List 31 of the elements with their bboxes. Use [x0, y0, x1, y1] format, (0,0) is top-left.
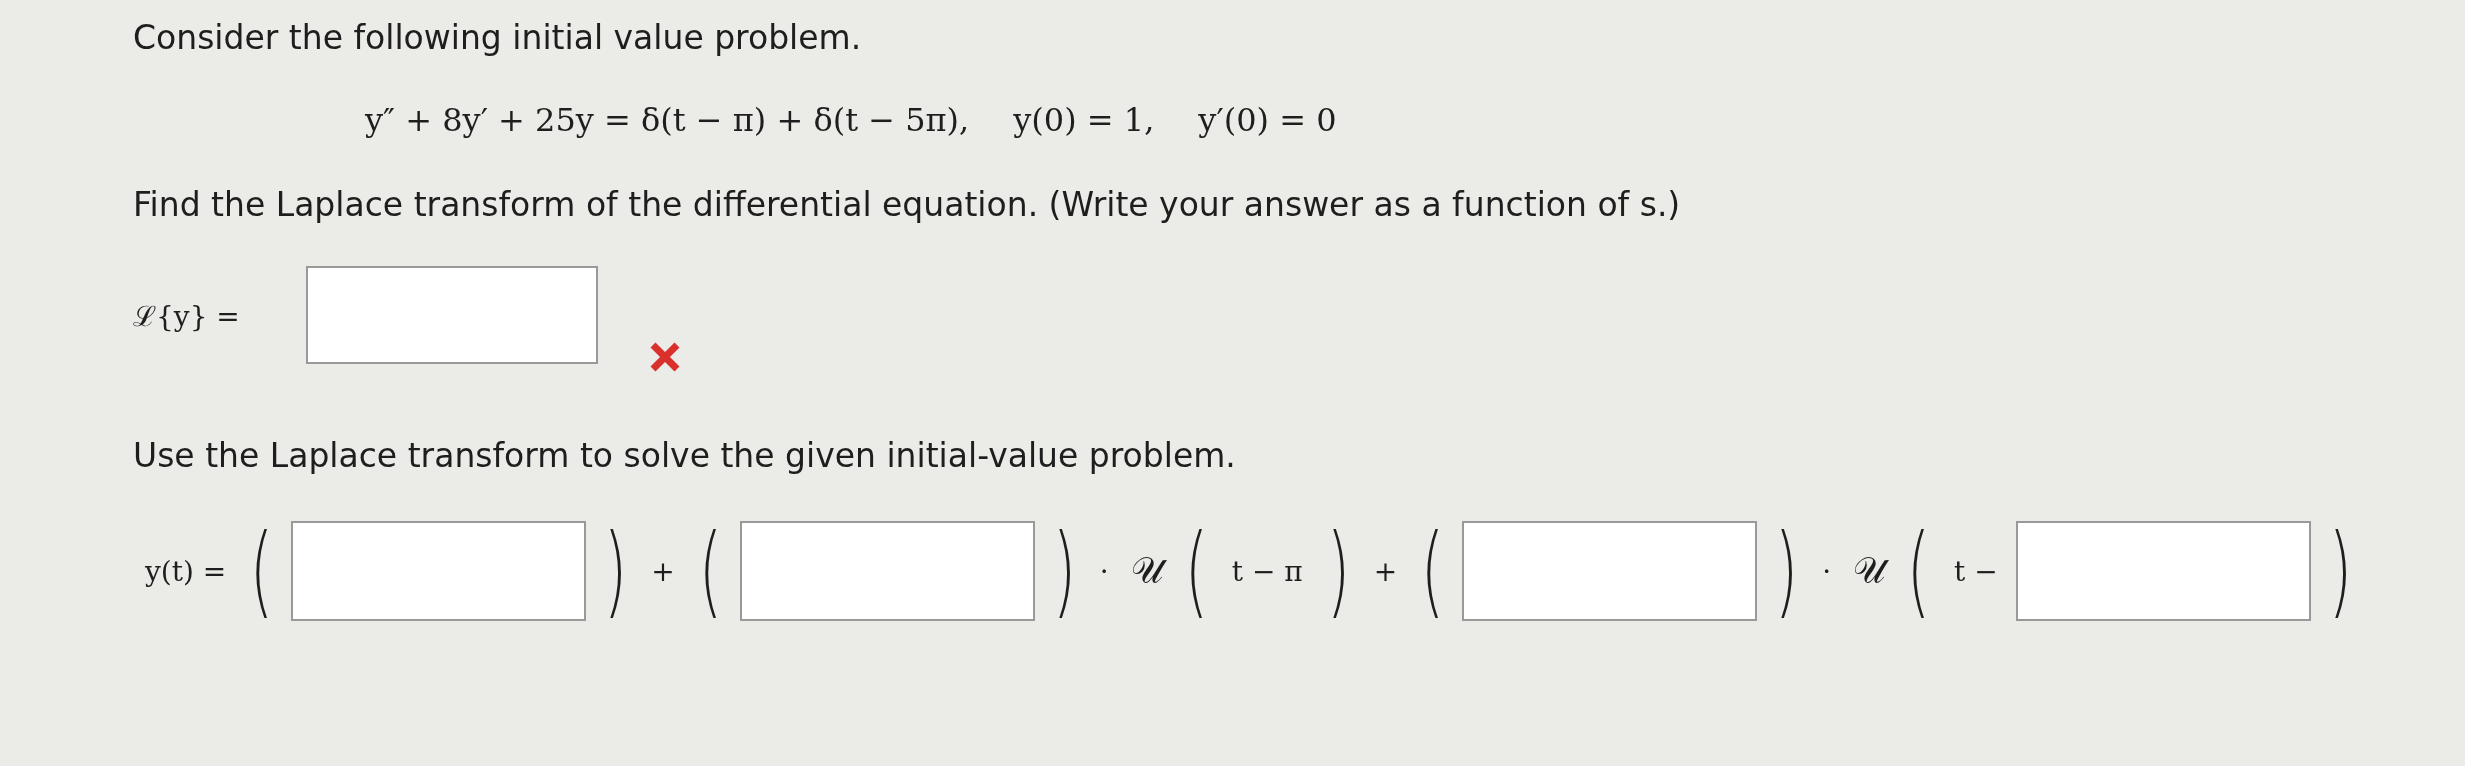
answer-box[interactable]: [306, 266, 598, 364]
parenthesis: ): [1774, 521, 1799, 621]
transform-label: ℒ{y} =: [133, 299, 241, 334]
equation-text: y(0) = 1,: [1013, 101, 1155, 139]
parenthesis: (: [1420, 521, 1445, 621]
math-text: ·: [1822, 554, 1832, 588]
math-text: +: [651, 554, 675, 588]
answer-box[interactable]: [739, 521, 1035, 621]
answer-box[interactable]: [2015, 521, 2311, 621]
step-function-symbol: 𝒰: [1120, 542, 1173, 600]
parenthesis: (: [1906, 521, 1931, 621]
math-text: ·: [1099, 554, 1109, 588]
question-text: Use the Laplace transform to solve the given initial-value problem.: [133, 436, 1237, 475]
step-function-symbol: 𝒰: [1843, 542, 1896, 600]
equation-text: y′(0) = 0: [1198, 101, 1337, 139]
parenthesis: (: [250, 521, 274, 621]
parenthesis: ): [1052, 521, 1076, 621]
question-text: Find the Laplace transform of the differential equation. (Write your answer as a function of s.): [133, 185, 1682, 224]
math-text: +: [1373, 554, 1398, 588]
intro-text: Consider the following initial value problem.: [133, 18, 863, 57]
parenthesis: ): [2328, 521, 2352, 621]
parenthesis: ): [1326, 521, 1350, 621]
parenthesis: (: [1184, 521, 1208, 621]
parenthesis: ): [604, 521, 628, 621]
equation-text: y″ + 8y′ + 25y = δ(t − π) + δ(t − 5π),: [365, 101, 970, 139]
math-text: y(t) =: [145, 554, 227, 588]
math-text: t − π: [1231, 554, 1303, 588]
math-text: t −: [1954, 554, 1998, 588]
answer-box[interactable]: [1462, 521, 1758, 621]
answer-box[interactable]: [291, 521, 587, 621]
parenthesis: (: [698, 521, 722, 621]
